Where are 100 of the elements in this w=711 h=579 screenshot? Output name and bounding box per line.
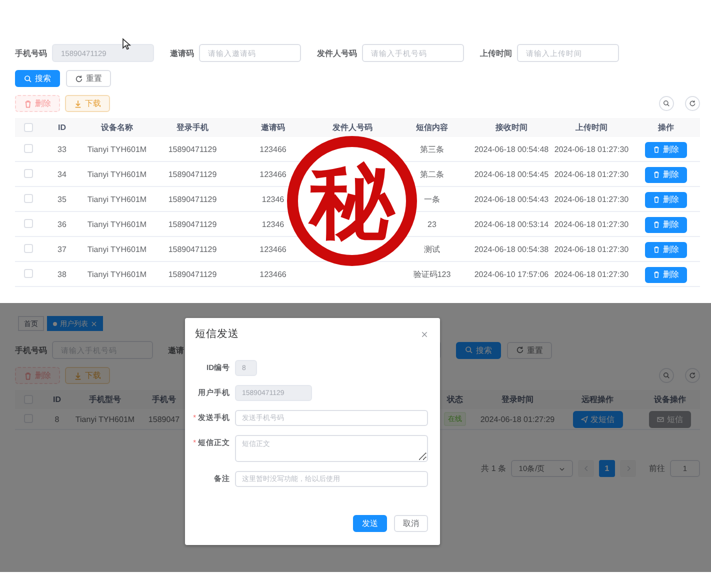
trash-icon [653, 271, 660, 278]
phone-cell: 15890471129 [168, 144, 217, 154]
refresh-icon [516, 346, 524, 354]
filter-label: 发件人号码 [317, 48, 357, 58]
invite-code-cell: 123466 [260, 170, 286, 178]
row-checkbox[interactable] [24, 144, 33, 153]
received-time-cell: 2024-06-10 17:57:06 [474, 270, 549, 278]
reset-button[interactable]: 重置 [66, 70, 111, 87]
delete-button[interactable]: 删除 [645, 192, 687, 208]
delete-button[interactable]: 删除 [645, 266, 687, 282]
search-icon [465, 346, 473, 354]
search-icon [663, 372, 670, 379]
refresh-button[interactable] [685, 96, 700, 111]
search-icon [663, 100, 670, 107]
id-cell: 37 [58, 244, 66, 254]
column-header: 远程操作 [582, 394, 614, 405]
column-header: 手机号 [152, 394, 176, 405]
refresh-button[interactable] [685, 368, 700, 383]
reset-button[interactable]: 重置 [507, 342, 552, 358]
column-header: 接收时间 [496, 122, 528, 133]
download-button[interactable]: 下载 [65, 367, 110, 384]
phone-cell: 15890471129 [168, 194, 217, 204]
send-button[interactable]: 发送 [353, 515, 387, 532]
trash-icon [653, 146, 660, 153]
download-button[interactable]: 下载 [65, 95, 110, 112]
select-all-checkbox[interactable] [24, 123, 33, 132]
filter-label: 邀请 [168, 344, 184, 356]
message-cell: 验证码123 [413, 268, 451, 280]
invite-code-cell: 12346 [262, 220, 284, 228]
invite-code-cell: 123466 [260, 270, 286, 278]
close-icon [421, 330, 428, 338]
upload-time-cell: 2024-06-18 01:27:30 [554, 220, 629, 228]
login-time-cell: 2024-06-18 01:27:29 [480, 414, 555, 424]
id-cell: 36 [58, 220, 66, 228]
device-name-cell: Tianyi TYH601M [87, 170, 147, 178]
row-checkbox[interactable] [24, 244, 33, 253]
cancel-button[interactable]: 取消 [394, 515, 428, 532]
phone-cell: 15890471129 [168, 170, 217, 178]
id-cell: 34 [58, 170, 66, 178]
paper-plane-icon [580, 416, 588, 423]
upload-time-cell: 2024-06-18 01:27:30 [554, 194, 629, 204]
column-header: 短信内容 [416, 122, 448, 133]
column-header: 手机型号 [89, 394, 121, 405]
chevron-down-icon [559, 466, 566, 472]
delete-button[interactable]: 删除 [645, 242, 687, 258]
column-header: ID [58, 123, 66, 132]
invite-code-cell: 123466 [260, 244, 286, 254]
search-toggle-button[interactable] [659, 96, 674, 111]
chevron-right-icon [624, 465, 632, 472]
trash-icon [653, 221, 660, 228]
filter-label: 邀请码 [170, 48, 194, 58]
message-cell: 一条 [424, 194, 440, 204]
search-button[interactable]: 搜索 [456, 342, 501, 358]
trash-icon [24, 372, 32, 380]
invite-code-cell: 123466 [260, 144, 286, 154]
column-header: ID [53, 395, 61, 404]
received-time-cell: 2024-06-18 00:53:14 [474, 220, 549, 228]
search-button[interactable]: 搜索 [15, 70, 60, 87]
delete-button[interactable]: 删除 [645, 166, 687, 182]
column-header: 上传时间 [576, 122, 608, 133]
page-button[interactable]: 1 [599, 460, 615, 477]
filter-label: 上传时间 [480, 48, 512, 58]
row-checkbox[interactable] [24, 194, 33, 203]
received-time-cell: 2024-06-18 00:54:45 [474, 170, 549, 178]
envelope-icon [657, 416, 664, 423]
device-name-cell: Tianyi TYH601M [87, 270, 147, 278]
search-toggle-button[interactable] [659, 368, 674, 383]
message-cell: 测试 [424, 244, 440, 254]
stamp-character: 秘 [310, 159, 394, 243]
refresh-icon [689, 100, 696, 107]
row-checkbox[interactable] [24, 169, 33, 178]
delete-button[interactable]: 删除 [645, 216, 687, 232]
id-cell: 38 [58, 270, 66, 278]
invite-code-cell: 12346 [262, 194, 284, 204]
id-cell: 8 [54, 414, 60, 424]
row-checkbox[interactable] [24, 269, 33, 278]
delete-button[interactable]: 删除 [645, 142, 687, 158]
device-name-cell: Tianyi TYH601M [87, 244, 147, 254]
mouse-pointer-icon [122, 38, 131, 50]
phone-cell: 15890471129 [168, 220, 217, 228]
total-count: 共 1 条 [481, 463, 506, 474]
trash-icon [653, 246, 660, 253]
received-time-cell: 2024-06-18 00:54:48 [474, 144, 549, 154]
device-name-cell: Tianyi TYH601M [87, 220, 147, 228]
previous-page-button[interactable] [578, 460, 594, 477]
upload-time-cell: 2024-06-18 01:27:30 [554, 270, 629, 278]
next-page-button[interactable] [620, 460, 636, 477]
close-button[interactable] [421, 330, 428, 338]
phone-model-cell: Tianyi TYH601M [75, 414, 135, 424]
chevron-left-icon [582, 465, 590, 472]
send-sms-button[interactable]: 发短信 [572, 411, 622, 428]
id-cell: 33 [58, 144, 66, 154]
close-icon [91, 320, 97, 326]
phone-cell: 1589047 [148, 414, 180, 424]
message-cell: 第三条 [420, 144, 444, 154]
row-checkbox[interactable] [24, 219, 33, 228]
upload-time-cell: 2024-06-18 01:27:30 [554, 244, 629, 254]
trash-icon [24, 100, 32, 108]
upload-time-cell: 2024-06-18 01:27:30 [554, 144, 629, 154]
dialog-title: 短信发送 [195, 327, 239, 341]
